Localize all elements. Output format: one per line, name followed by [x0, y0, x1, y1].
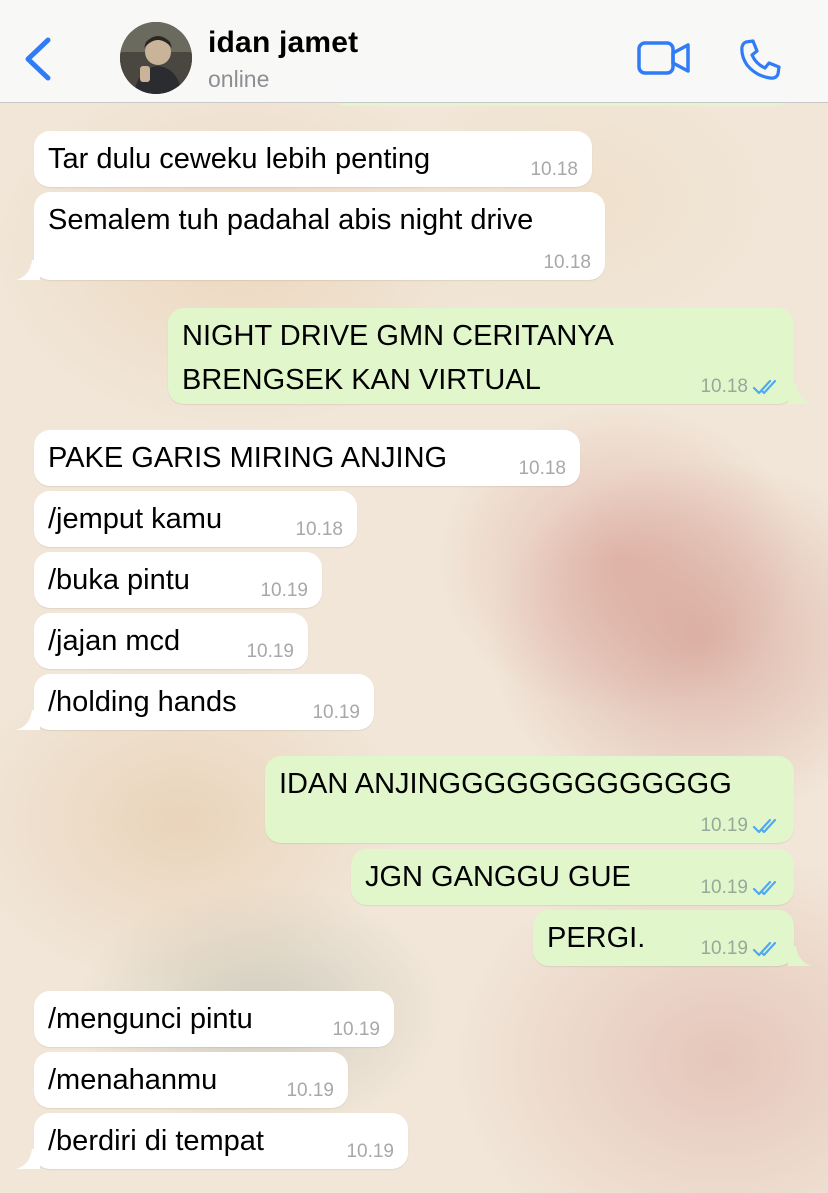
message-text: /holding hands — [48, 686, 237, 718]
message-text: /buka pintu — [48, 564, 190, 596]
message-text: /berdiri di tempat — [48, 1125, 264, 1157]
chevron-left-icon — [25, 37, 51, 81]
message-incoming[interactable]: /jemput kamu 10.18 — [34, 491, 357, 547]
read-receipt-icon — [752, 880, 777, 896]
message-time: 10.19 — [700, 877, 748, 898]
message-text: /menahanmu — [48, 1064, 218, 1096]
message-text: Tar dulu ceweku lebih penting — [48, 143, 431, 175]
message-time: 10.18 — [700, 376, 748, 397]
message-time: 10.19 — [700, 815, 748, 836]
message-incoming[interactable]: /menahanmu 10.19 — [34, 1052, 348, 1108]
message-outgoing[interactable]: PERGI. 10.19 — [533, 910, 812, 966]
message-time: 10.18 — [518, 458, 566, 479]
message-text: JGN GANGGU GUE — [365, 861, 631, 893]
message-text: /jajan mcd — [48, 625, 181, 657]
message-outgoing[interactable]: JGN GANGGU GUE 10.19 — [351, 849, 794, 905]
message-text-line: NIGHT DRIVE GMN CERITANYA — [182, 320, 614, 352]
back-button[interactable] — [18, 34, 58, 84]
read-receipt-icon — [752, 818, 777, 834]
bubble-tail — [16, 1149, 40, 1169]
bubble-tail — [16, 260, 40, 280]
avatar[interactable] — [120, 22, 192, 94]
message-outgoing[interactable]: IDAN ANJINGGGGGGGGGGGGG 10.19 — [265, 756, 794, 843]
message-incoming[interactable]: /buka pintu 10.19 — [34, 552, 322, 608]
message-text: PERGI. — [547, 922, 646, 954]
message-time: 10.19 — [346, 1141, 394, 1162]
message-incoming[interactable]: Tar dulu ceweku lebih penting 10.18 — [34, 131, 592, 187]
video-call-button[interactable] — [636, 38, 692, 80]
message-time: 10.19 — [332, 1019, 380, 1040]
message-text-line: BRENGSEK KAN VIRTUAL — [182, 364, 541, 396]
message-incoming[interactable]: /jajan mcd 10.19 — [34, 613, 308, 669]
chat-header: idan jamet online — [0, 0, 828, 103]
bubble-tail — [788, 384, 812, 404]
bubble-tail — [16, 710, 40, 730]
message-text: /jemput kamu — [48, 503, 223, 535]
read-receipt-icon — [752, 941, 777, 957]
message-incoming[interactable]: PAKE GARIS MIRING ANJING 10.18 — [34, 430, 580, 486]
message-time: 10.19 — [312, 702, 360, 723]
bubble-tail — [788, 946, 812, 966]
message-text: IDAN ANJINGGGGGGGGGGGGG — [279, 768, 732, 800]
video-camera-icon — [637, 41, 690, 75]
voice-call-button[interactable] — [736, 36, 784, 84]
message-time: 10.18 — [295, 519, 343, 540]
read-receipt-icon — [752, 379, 777, 395]
message-time: 10.19 — [246, 641, 294, 662]
message-time: 10.18 — [530, 159, 578, 180]
message-incoming[interactable]: /mengunci pintu 10.19 — [34, 991, 394, 1047]
message-incoming[interactable]: Semalem tuh padahal abis night drive 10.… — [16, 192, 605, 280]
avatar-photo — [120, 22, 192, 94]
message-incoming[interactable]: /holding hands 10.19 — [16, 674, 374, 730]
message-text: /mengunci pintu — [48, 1003, 253, 1035]
phone-icon — [740, 39, 781, 80]
message-time: 10.19 — [260, 580, 308, 601]
message-incoming[interactable]: /berdiri di tempat 10.19 — [16, 1113, 408, 1169]
message-time: 10.19 — [700, 938, 748, 959]
contact-status: online — [208, 66, 270, 92]
message-outgoing[interactable]: NIGHT DRIVE GMN CERITANYA BRENGSEK KAN V… — [168, 308, 812, 404]
contact-name[interactable]: idan jamet — [208, 26, 358, 60]
message-text: Semalem tuh padahal abis night drive — [48, 204, 534, 236]
message-time: 10.18 — [543, 252, 591, 273]
message-time: 10.19 — [286, 1080, 334, 1101]
message-text: PAKE GARIS MIRING ANJING — [48, 442, 448, 474]
